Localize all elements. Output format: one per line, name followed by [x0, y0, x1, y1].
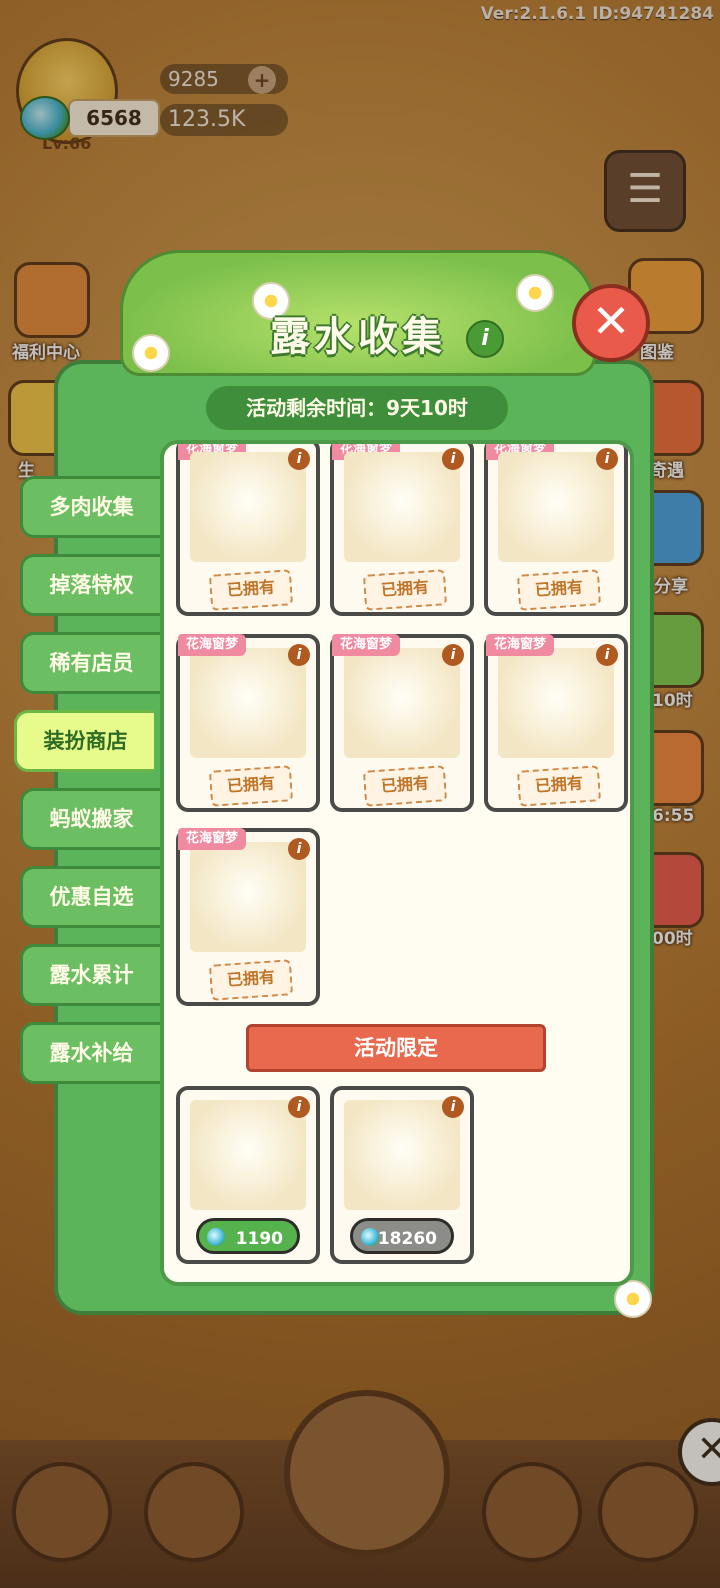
flower-rug-image [498, 648, 614, 758]
shop-content-area[interactable]: 花海窗梦 i 已拥有 花海窗梦 i 已拥有 花海窗梦 i 已拥有 花海窗梦 i … [160, 440, 634, 1286]
tab-dew-accumulation[interactable]: 露水累计 [20, 944, 160, 1006]
flower-decoration-icon [132, 334, 170, 372]
arched-cabinet-image [344, 648, 460, 758]
limited-item-bed-frame[interactable]: i 1190 [176, 1086, 320, 1264]
shop-item-arched-cabinet[interactable]: 花海窗梦 i 已拥有 [330, 634, 474, 812]
shop-item-flower-rug[interactable]: 花海窗梦 i 已拥有 [484, 634, 628, 812]
tab-rare-clerk[interactable]: 稀有店员 [20, 632, 160, 694]
item-info-icon[interactable]: i [596, 644, 618, 666]
limited-item-flower-shop[interactable]: i 18260 [330, 1086, 474, 1264]
item-info-icon[interactable]: i [442, 448, 464, 470]
wall-shelf-image [344, 452, 460, 562]
flower-decoration-icon [614, 1280, 652, 1318]
owned-stamp: 已拥有 [362, 569, 448, 611]
series-tag: 花海窗梦 [178, 634, 247, 656]
dew-icon [207, 1228, 225, 1246]
shop-item-bookshelf[interactable]: 花海窗梦 i 已拥有 [176, 634, 320, 812]
series-tag: 花海窗梦 [332, 634, 401, 656]
buy-price-button[interactable]: 1190 [196, 1218, 300, 1254]
bed-frame-image [190, 1100, 306, 1210]
owned-stamp: 已拥有 [208, 765, 294, 807]
owned-stamp: 已拥有 [516, 765, 602, 807]
tab-decoration-shop[interactable]: 装扮商店 [14, 710, 154, 772]
dew-icon [361, 1228, 379, 1246]
panel-title: 露水收集 [270, 314, 446, 360]
event-remaining-time: 活动剩余时间：9天10时 [206, 386, 508, 430]
owned-stamp: 已拥有 [362, 765, 448, 807]
series-tag: 花海窗梦 [486, 634, 555, 656]
limited-section-ribbon: 活动限定 [246, 1024, 546, 1072]
flower-shop-building-image [344, 1100, 460, 1210]
flower-vase-lamp-image [190, 452, 306, 562]
owned-stamp: 已拥有 [208, 569, 294, 611]
price-value: 1190 [235, 1229, 283, 1249]
info-icon[interactable]: i [466, 320, 504, 358]
item-info-icon[interactable]: i [288, 1096, 310, 1118]
owned-stamp: 已拥有 [516, 569, 602, 611]
shop-item-scroll-wallpaper[interactable]: 花海窗梦 i 已拥有 [176, 828, 320, 1006]
series-tag: 花海窗梦 [178, 828, 247, 850]
item-info-icon[interactable]: i [442, 644, 464, 666]
shop-item-flower-lamp[interactable]: 花海窗梦 i 已拥有 [176, 444, 320, 616]
item-info-icon[interactable]: i [442, 1096, 464, 1118]
tab-ant-moving[interactable]: 蚂蚁搬家 [20, 788, 160, 850]
shop-item-rocking-chair[interactable]: 花海窗梦 i 已拥有 [484, 444, 628, 616]
bookshelf-image [190, 648, 306, 758]
tab-succulent-collection[interactable]: 多肉收集 [20, 476, 160, 538]
close-button[interactable]: ✕ [572, 284, 650, 362]
item-info-icon[interactable]: i [596, 448, 618, 470]
item-info-icon[interactable]: i [288, 448, 310, 470]
item-info-icon[interactable]: i [288, 838, 310, 860]
tab-discount-choice[interactable]: 优惠自选 [20, 866, 160, 928]
item-info-icon[interactable]: i [288, 644, 310, 666]
tab-dew-supply[interactable]: 露水补给 [20, 1022, 160, 1084]
scroll-wallpaper-image [190, 842, 306, 952]
rocking-chair-image [498, 452, 614, 562]
shop-item-wall-shelf[interactable]: 花海窗梦 i 已拥有 [330, 444, 474, 616]
price-value: 18260 [377, 1229, 437, 1249]
buy-price-button[interactable]: 18260 [350, 1218, 454, 1254]
flower-decoration-icon [516, 274, 554, 312]
tab-drop-privilege[interactable]: 掉落特权 [20, 554, 160, 616]
owned-stamp: 已拥有 [208, 959, 294, 1001]
